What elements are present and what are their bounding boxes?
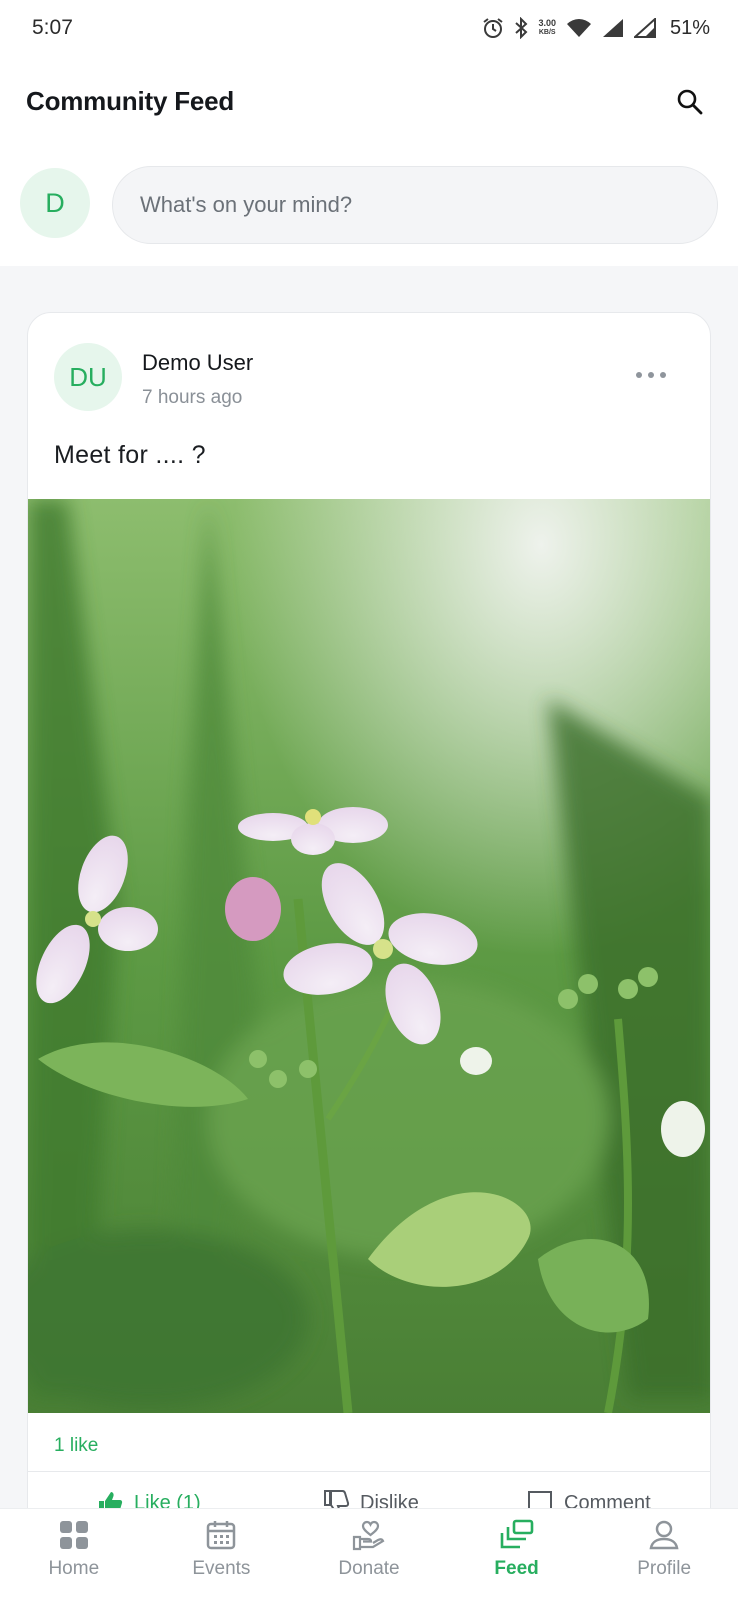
actions-divider bbox=[28, 1471, 710, 1472]
bottom-nav: Home Events Donate Feed Profile bbox=[0, 1508, 738, 1600]
status-bar: 5:07 3.00 KB/S 51% bbox=[0, 0, 738, 56]
more-dot bbox=[648, 372, 654, 378]
nav-item-feed[interactable]: Feed bbox=[443, 1509, 591, 1600]
likes-count[interactable]: 1 like bbox=[54, 1435, 98, 1457]
network-speed: 3.00 KB/S bbox=[538, 18, 556, 37]
search-button[interactable] bbox=[672, 84, 708, 120]
more-dot bbox=[660, 372, 666, 378]
person-icon bbox=[649, 1520, 679, 1550]
app-header: Community Feed D What's on your mind? bbox=[0, 56, 738, 266]
post-text: Meet for .... ? bbox=[54, 441, 206, 469]
post-image[interactable] bbox=[28, 499, 711, 1413]
nav-label-donate: Donate bbox=[338, 1558, 400, 1579]
nav-item-events[interactable]: Events bbox=[148, 1509, 296, 1600]
nav-label-profile: Profile bbox=[637, 1558, 692, 1579]
composer-placeholder: What's on your mind? bbox=[140, 192, 353, 217]
nav-item-home[interactable]: Home bbox=[0, 1509, 148, 1600]
wifi-icon bbox=[566, 18, 592, 38]
page-title: Community Feed bbox=[26, 86, 235, 116]
post-timestamp: 7 hours ago bbox=[142, 387, 243, 408]
signal-icon bbox=[602, 18, 624, 38]
post-card: DU Demo User 7 hours ago Meet for .... ? bbox=[27, 312, 711, 1600]
feed-cards-icon bbox=[500, 1519, 533, 1549]
nav-label-events: Events bbox=[192, 1558, 251, 1579]
nav-label-feed: Feed bbox=[494, 1558, 539, 1579]
battery-level: 51% bbox=[669, 16, 710, 39]
signal-icon bbox=[633, 18, 656, 38]
more-options-button[interactable] bbox=[636, 365, 666, 385]
nav-item-profile[interactable]: Profile bbox=[590, 1509, 738, 1600]
grid-icon bbox=[59, 1521, 88, 1549]
post-author-name[interactable]: Demo User bbox=[142, 350, 253, 376]
status-icons: 3.00 KB/S 51% bbox=[482, 17, 710, 40]
bluetooth-icon bbox=[514, 17, 528, 39]
nav-item-donate[interactable]: Donate bbox=[295, 1509, 443, 1600]
post-author-avatar[interactable]: DU bbox=[54, 343, 122, 411]
calendar-icon bbox=[207, 1521, 236, 1550]
donate-hand-heart-icon bbox=[352, 1520, 385, 1551]
composer-input[interactable]: What's on your mind? bbox=[112, 166, 718, 244]
nav-label-home: Home bbox=[48, 1558, 100, 1579]
alarm-icon bbox=[482, 17, 504, 39]
status-time: 5:07 bbox=[32, 16, 73, 39]
composer-avatar[interactable]: D bbox=[20, 168, 90, 238]
search-icon bbox=[677, 89, 703, 115]
more-dots-icon bbox=[636, 372, 642, 378]
